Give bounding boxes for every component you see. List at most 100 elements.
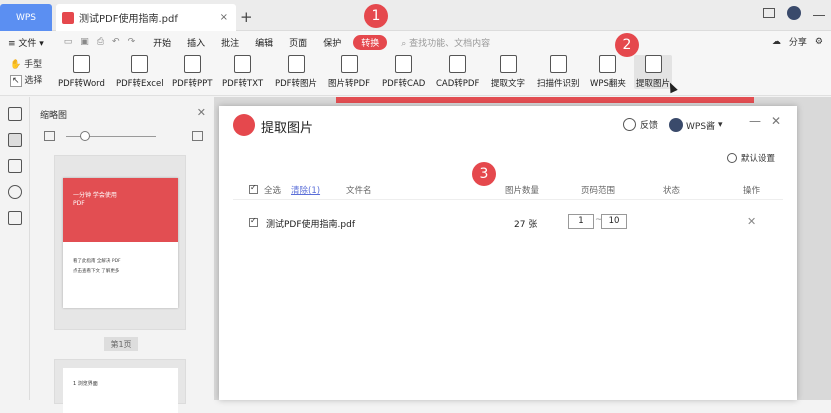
folder-icon[interactable]: ▭ bbox=[64, 37, 73, 47]
pdf-to-excel-button[interactable]: PDF转Excel bbox=[116, 55, 164, 89]
page-thumbnail-1[interactable]: 一分钟 学会使用 PDF 看了此指南 全解决 PDF 点击查看下文 了解更多 bbox=[54, 155, 186, 330]
wps-folder-icon bbox=[599, 55, 617, 73]
close-panel-icon[interactable]: ✕ bbox=[197, 106, 206, 119]
undo-icon[interactable]: ↶ bbox=[112, 37, 120, 47]
extract-text-icon bbox=[499, 55, 517, 73]
pdf-to-cad-button[interactable]: PDF转CAD bbox=[382, 55, 425, 89]
window-layout-icon[interactable] bbox=[763, 8, 775, 18]
chevron-down-icon: ▾ bbox=[718, 120, 723, 130]
pdf-to-ppt-button[interactable]: PDF转PPT bbox=[172, 55, 213, 89]
menu-start[interactable]: 开始 bbox=[145, 36, 179, 49]
pdf-to-ppt-label: PDF转PPT bbox=[172, 79, 213, 89]
attachment-icon[interactable] bbox=[8, 185, 22, 199]
cloud-sync-icon[interactable]: ☁ bbox=[772, 37, 781, 47]
signature-icon[interactable] bbox=[8, 211, 22, 225]
pdf-to-image-icon bbox=[287, 55, 305, 73]
dialog-title: 提取图片 bbox=[261, 121, 314, 136]
select-all-checkbox[interactable]: 全选 bbox=[249, 183, 282, 196]
bookmark-icon[interactable] bbox=[8, 107, 22, 121]
annotation-badge-2: 2 bbox=[615, 33, 639, 57]
page-number-label: 第1页 bbox=[104, 337, 138, 351]
redo-icon[interactable]: ↷ bbox=[128, 37, 136, 47]
select-all-check-icon bbox=[249, 183, 258, 194]
cad-to-pdf-button[interactable]: CAD转PDF bbox=[436, 55, 479, 89]
page-1-line-2: 点击查看下文 了解更多 bbox=[73, 269, 120, 274]
feedback-icon bbox=[623, 118, 636, 131]
thumbnail-panel: 缩略图 ✕ 一分钟 学会使用 PDF 看了此指南 全解决 PDF 点击查看下文 … bbox=[30, 97, 214, 413]
dialog-minimize-icon[interactable]: — bbox=[749, 114, 761, 128]
pdf-to-image-label: PDF转图片 bbox=[275, 79, 318, 89]
title-bar: WPS 测试PDF使用指南.pdf × + bbox=[0, 0, 831, 31]
extract-text-button[interactable]: 提取文字 bbox=[491, 55, 525, 89]
annotation-badge-1: 1 bbox=[364, 4, 388, 28]
minimize-icon[interactable] bbox=[813, 11, 825, 16]
pdf-file-icon bbox=[62, 11, 74, 24]
print-icon[interactable]: ⎙ bbox=[97, 37, 104, 47]
user-menu[interactable]: WPS酱 ▾ bbox=[669, 118, 723, 132]
gear-icon bbox=[727, 153, 737, 163]
left-icon-strip bbox=[0, 97, 30, 400]
thumbnail-icon[interactable] bbox=[8, 133, 22, 147]
pdf-to-excel-label: PDF转Excel bbox=[116, 79, 164, 89]
wps-home-tab[interactable]: WPS bbox=[0, 4, 52, 31]
menu-right-area: ☁ 分享 ⚙ bbox=[772, 35, 823, 49]
large-image-icon[interactable] bbox=[192, 131, 203, 141]
new-tab-button[interactable]: + bbox=[240, 8, 253, 26]
menu-protect[interactable]: 保护 bbox=[315, 36, 349, 49]
file-table-header: 全选 清除(1) 文件名 图片数量 页码范围 状态 操作 bbox=[233, 180, 783, 200]
menu-annotate[interactable]: 批注 bbox=[213, 36, 247, 49]
header-status: 状态 bbox=[663, 186, 681, 196]
scan-recognition-button[interactable]: 扫描件识别 bbox=[537, 55, 580, 89]
settings-icon[interactable]: ⚙ bbox=[815, 37, 823, 47]
hand-tool[interactable]: ✋ 手型 bbox=[10, 57, 42, 73]
extract-image-label: 提取图片 bbox=[636, 79, 671, 89]
page-thumbnail-2[interactable]: 1 浏览界面 bbox=[54, 359, 186, 413]
select-cursor-icon: ↖ bbox=[10, 75, 22, 87]
document-tab[interactable]: 测试PDF使用指南.pdf × bbox=[56, 4, 236, 31]
pdf-to-excel-icon bbox=[131, 55, 149, 73]
user-avatar[interactable] bbox=[787, 6, 801, 20]
extract-text-label: 提取文字 bbox=[491, 79, 526, 89]
close-tab-icon[interactable]: × bbox=[220, 12, 228, 23]
extract-image-icon bbox=[644, 55, 662, 73]
file-menu[interactable]: ≡ 文件 ▾ bbox=[0, 36, 52, 49]
pdf-to-image-button[interactable]: PDF转图片 bbox=[275, 55, 317, 89]
feedback-button[interactable]: 反馈 bbox=[623, 118, 658, 131]
menu-convert[interactable]: 转换 bbox=[353, 34, 388, 50]
page-1-line-1: 看了此指南 全解决 PDF bbox=[73, 259, 121, 264]
table-row: 测试PDF使用指南.pdf 27 张 1 ~ 10 ✕ bbox=[233, 212, 783, 234]
menu-insert[interactable]: 插入 bbox=[179, 36, 213, 49]
pdf-to-txt-button[interactable]: PDF转TXT bbox=[222, 55, 263, 89]
save-icon[interactable]: ▣ bbox=[80, 37, 89, 47]
pdf-to-txt-label: PDF转TXT bbox=[222, 79, 264, 89]
menu-edit[interactable]: 编辑 bbox=[247, 36, 281, 49]
select-tool[interactable]: ↖ 选择 bbox=[10, 73, 42, 89]
image-to-pdf-button[interactable]: 图片转PDF bbox=[328, 55, 370, 89]
menu-bar: ≡ 文件 ▾ ▭ ▣ ⎙ ↶ ↷ 开始 插入 批注 编辑 页面 保护 转换 ⌕ … bbox=[0, 31, 831, 53]
wps-folder-button[interactable]: WPS翻夹 bbox=[590, 55, 626, 89]
search-function-input[interactable]: ⌕ 查找功能、文档内容 bbox=[401, 36, 490, 49]
select-all-label: 全选 bbox=[264, 186, 282, 196]
annotation-badge-3: 3 bbox=[472, 162, 496, 186]
row-image-count: 27 张 bbox=[514, 220, 538, 230]
clear-selection-link[interactable]: 清除(1) bbox=[291, 184, 320, 196]
document-tab-label: 测试PDF使用指南.pdf bbox=[79, 14, 178, 25]
cad-to-pdf-label: CAD转PDF bbox=[436, 79, 480, 89]
zoom-slider-handle[interactable] bbox=[80, 131, 90, 141]
document-page-top bbox=[336, 97, 754, 103]
default-settings-button[interactable]: 默认设置 bbox=[727, 152, 775, 164]
page-from-input[interactable]: 1 bbox=[568, 214, 594, 229]
pdf-to-word-button[interactable]: PDF转Word bbox=[58, 55, 105, 89]
row-checkbox[interactable] bbox=[249, 216, 264, 229]
page-to-input[interactable]: 10 bbox=[601, 214, 627, 229]
menu-page[interactable]: 页面 bbox=[281, 36, 315, 49]
comment-icon[interactable] bbox=[8, 159, 22, 173]
remove-row-icon[interactable]: ✕ bbox=[747, 215, 756, 228]
share-button[interactable]: 分享 bbox=[789, 35, 807, 48]
dialog-close-icon[interactable]: ✕ bbox=[771, 114, 781, 128]
row-check-icon bbox=[249, 216, 258, 227]
scan-recognition-icon bbox=[549, 55, 567, 73]
user-avatar-small bbox=[669, 118, 683, 132]
cursor-tools: ✋ 手型 ↖ 选择 bbox=[10, 57, 42, 89]
small-image-icon[interactable] bbox=[44, 131, 55, 141]
